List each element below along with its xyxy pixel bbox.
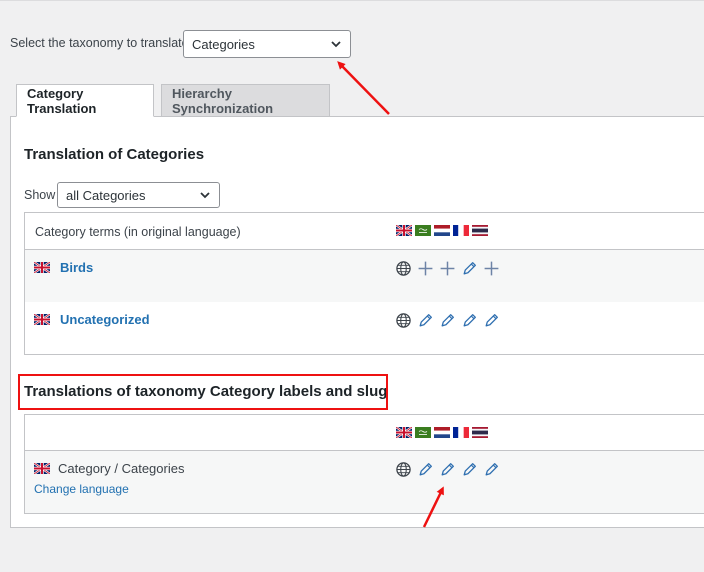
table-header-row: Category terms (in original language) xyxy=(25,213,704,250)
pencil-icon[interactable] xyxy=(439,461,456,478)
show-filter-value: all Categories xyxy=(66,187,146,203)
language-flags xyxy=(396,225,488,236)
flag-en-icon xyxy=(34,463,50,474)
tab-label: Category Translation xyxy=(27,85,97,116)
flag-en-icon xyxy=(34,262,50,273)
taxonomy-labels-table: Category / Categories Change language xyxy=(24,414,704,514)
chevron-down-icon xyxy=(199,189,211,201)
translation-actions xyxy=(395,461,500,478)
pencil-icon[interactable] xyxy=(439,312,456,329)
flag-nl-icon xyxy=(434,427,450,438)
category-terms-table: Category terms (in original language) Bi… xyxy=(24,212,704,355)
language-flags xyxy=(396,427,488,438)
translation-actions xyxy=(395,312,500,329)
tab-label: Hierarchy Synchronization xyxy=(172,85,274,116)
pencil-icon[interactable] xyxy=(483,312,500,329)
show-filter-select[interactable]: all Categories xyxy=(57,182,220,208)
taxonomy-select[interactable]: Categories xyxy=(183,30,351,58)
globe-icon[interactable] xyxy=(395,312,412,329)
flag-th-icon xyxy=(472,427,488,438)
plus-icon[interactable] xyxy=(483,260,500,277)
pencil-icon[interactable] xyxy=(417,312,434,329)
flag-ar-icon xyxy=(415,427,431,438)
plus-icon[interactable] xyxy=(417,260,434,277)
pencil-icon[interactable] xyxy=(483,461,500,478)
taxonomy-label-name: Category / Categories xyxy=(58,461,185,476)
taxonomy-select-value: Categories xyxy=(192,36,255,52)
flag-en-icon xyxy=(396,427,412,438)
change-language-link[interactable]: Change language xyxy=(34,482,129,496)
flag-en-icon xyxy=(34,314,50,325)
taxonomy-select-label: Select the taxonomy to translate: xyxy=(10,36,193,50)
plus-icon[interactable] xyxy=(439,260,456,277)
flag-ar-icon xyxy=(415,225,431,236)
table-row: Category / Categories Change language xyxy=(25,451,704,513)
flag-fr-icon xyxy=(453,427,469,438)
pencil-icon[interactable] xyxy=(417,461,434,478)
table-row: Birds xyxy=(25,250,704,302)
pencil-icon[interactable] xyxy=(461,312,478,329)
table-row: Uncategorized xyxy=(25,302,704,354)
flag-th-icon xyxy=(472,225,488,236)
table-header-row xyxy=(25,415,704,451)
column-header-terms: Category terms (in original language) xyxy=(35,225,241,239)
chevron-down-icon xyxy=(330,38,342,50)
globe-icon[interactable] xyxy=(395,461,412,478)
tab-hierarchy-synchronization[interactable]: Hierarchy Synchronization xyxy=(161,84,330,117)
flag-en-icon xyxy=(396,225,412,236)
tab-category-translation[interactable]: Category Translation xyxy=(16,84,154,117)
pencil-icon[interactable] xyxy=(461,461,478,478)
show-filter-label: Show xyxy=(24,188,56,202)
top-border xyxy=(0,0,704,1)
arrow-to-taxonomy-select xyxy=(337,61,390,115)
flag-fr-icon xyxy=(453,225,469,236)
flag-nl-icon xyxy=(434,225,450,236)
globe-icon[interactable] xyxy=(395,260,412,277)
translation-section-title: Translation of Categories xyxy=(24,146,205,163)
translation-actions xyxy=(395,260,500,277)
highlight-box xyxy=(18,374,388,410)
term-link-uncategorized[interactable]: Uncategorized xyxy=(60,312,150,327)
pencil-icon[interactable] xyxy=(461,260,478,277)
term-link-birds[interactable]: Birds xyxy=(60,260,93,275)
